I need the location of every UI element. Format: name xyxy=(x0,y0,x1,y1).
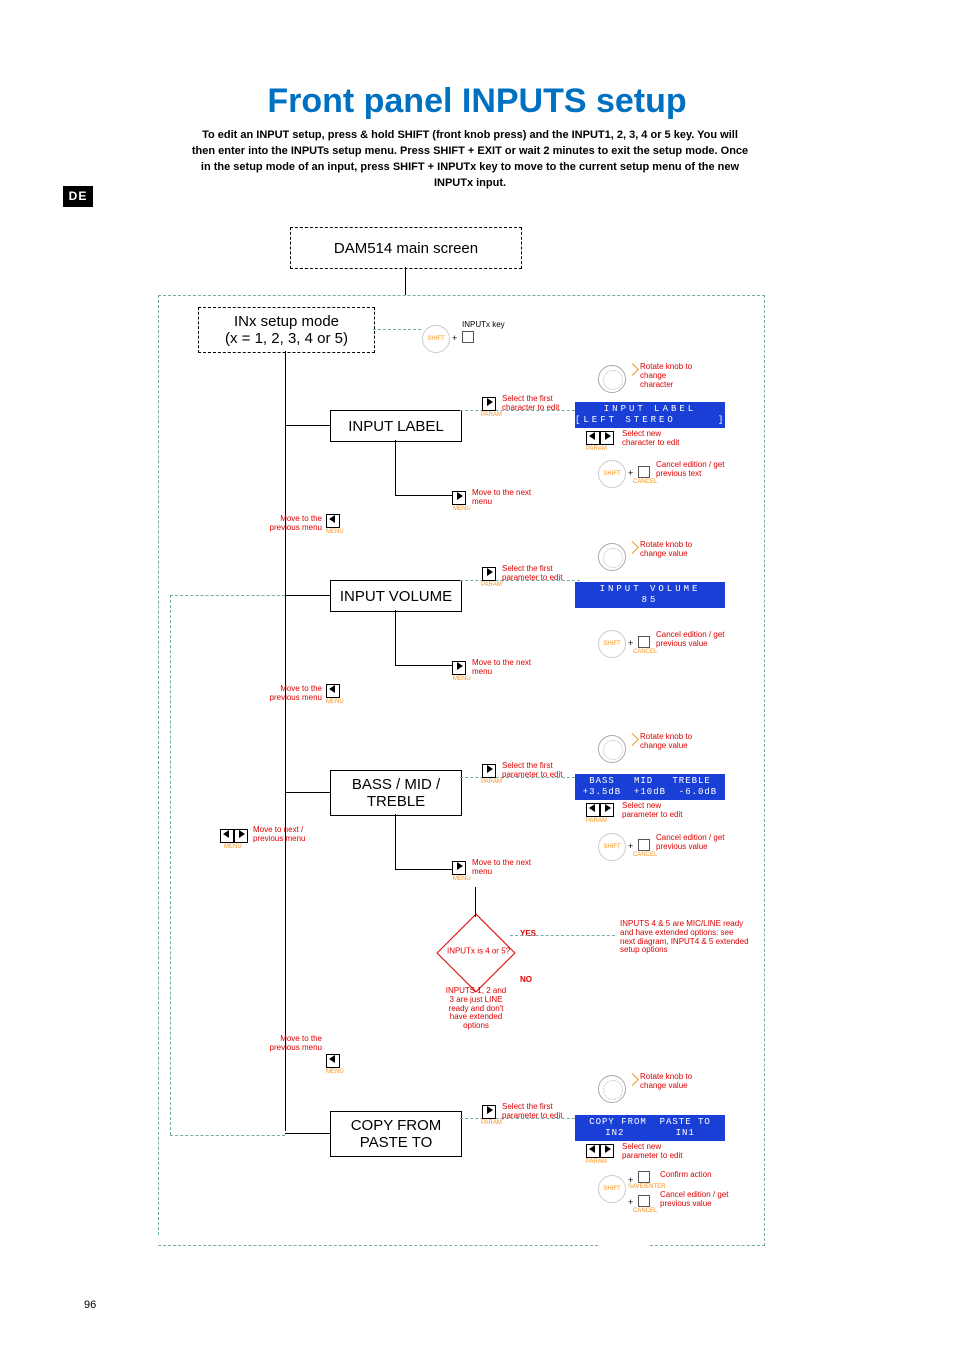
box-main-screen-label: DAM514 main screen xyxy=(291,240,521,257)
lcd-eq-r2: +3.5dB +10dB -6.0dB xyxy=(575,787,725,798)
hint-confirm: Confirm action xyxy=(660,1171,730,1180)
cancel-key-icon-2 xyxy=(638,636,650,648)
hint-select-new-param-eq: Select new parameter to edit xyxy=(622,802,692,820)
hint-next-menu-3: Move to the next menu xyxy=(472,859,532,877)
rotary-knob-icon-4 xyxy=(598,1075,626,1103)
nav-left-icon xyxy=(586,431,600,445)
hint-prev-menu-3: Move to the previous menu xyxy=(262,1035,322,1053)
hint-nextprev-menu: Move to next / previous menu xyxy=(253,826,315,844)
hint-prev-menu-2: Move to the previous menu xyxy=(262,685,322,703)
cancel-key-icon-4 xyxy=(638,1195,650,1207)
decision-no: NO xyxy=(520,975,532,984)
lcd-copy-r2: IN2 IN1 xyxy=(575,1128,725,1139)
inputx-key-icon xyxy=(462,331,474,343)
menu-next-icon-2 xyxy=(452,661,466,675)
box-input-volume-text: INPUT VOLUME xyxy=(331,588,461,605)
param-label-2: PARAM xyxy=(586,446,607,452)
shift-icon-2: SHIFT xyxy=(598,460,626,488)
lcd-volume-r1: INPUT VOLUME xyxy=(575,584,725,595)
menu-prev-icon xyxy=(326,514,340,528)
box-eq: BASS / MID / TREBLE xyxy=(330,770,462,816)
hint-select-new-char: Select new character to edit xyxy=(622,430,692,448)
lcd-copy-r1: COPY FROM PASTE TO xyxy=(575,1117,725,1128)
decision-yes: YES xyxy=(520,929,536,938)
hint-rotate-char: Rotate knob to change character xyxy=(640,363,700,389)
hint-cancel-text: Cancel edition / get previous text xyxy=(656,461,726,479)
nav-param-pair-copy xyxy=(586,1144,616,1158)
hint-next-menu-2: Move to the next menu xyxy=(472,659,532,677)
menu-prev-icon-2 xyxy=(326,684,340,698)
hint-rotate-val-3: Rotate knob to change value xyxy=(640,1073,700,1091)
hint-select-new-param-copy: Select new parameter to edit xyxy=(622,1143,692,1161)
box-eq-text: BASS / MID / TREBLE xyxy=(331,776,461,810)
lcd-input-label-r2: [LEFT STEREO ] xyxy=(575,415,725,426)
box-copy-text: COPY FROM PASTE TO xyxy=(331,1117,461,1151)
inputx-key-label: INPUTx key xyxy=(462,321,505,330)
menu-prev-icon-3 xyxy=(326,1054,340,1068)
lcd-eq: BASS MID TREBLE +3.5dB +10dB -6.0dB xyxy=(575,774,725,800)
shift-icon-4: SHIFT xyxy=(598,833,626,861)
decision-yes-note: INPUTS 4 & 5 are MIC/LINE ready and have… xyxy=(620,920,750,955)
lcd-volume-r2: 85 xyxy=(575,595,725,606)
rotary-knob-icon-3 xyxy=(598,735,626,763)
box-input-volume: INPUT VOLUME xyxy=(330,580,462,612)
param-right-icon xyxy=(482,397,496,411)
cancel-key-icon xyxy=(638,466,650,478)
menu-next-icon xyxy=(452,491,466,505)
hint-cancel-val-2: Cancel edition / get previous value xyxy=(656,834,726,852)
shift-icon-3: SHIFT xyxy=(598,630,626,658)
param-right-icon-3 xyxy=(482,764,496,778)
nav-right-icon xyxy=(600,431,614,445)
cancel-key-label: CANCEL xyxy=(633,479,657,485)
page-number: 96 xyxy=(84,1299,96,1311)
box-setup-mode: INx setup mode (x = 1, 2, 3, 4 or 5) xyxy=(198,307,375,353)
decision-no-note: INPUTS 1, 2 and 3 are just LINE ready an… xyxy=(440,987,512,1031)
param-right-icon-2 xyxy=(482,567,496,581)
hint-select-first-param-3: Select the first parameter to edit xyxy=(502,1103,572,1121)
menu-label: MENU xyxy=(453,506,471,512)
hint-select-first-param-1: Select the first parameter to edit xyxy=(502,565,572,583)
language-tab: DE xyxy=(63,186,93,207)
hint-select-first-param-2: Select the first parameter to edit xyxy=(502,762,572,780)
param-right-icon-4 xyxy=(482,1105,496,1119)
nav-char-pair xyxy=(586,431,616,445)
shift-icon-5: SHIFT xyxy=(598,1175,626,1203)
box-input-label-text: INPUT LABEL xyxy=(331,418,461,435)
box-input-label: INPUT LABEL xyxy=(330,410,462,442)
box-main-screen: DAM514 main screen xyxy=(290,227,522,269)
flowchart: DAM514 main screen INx setup mode (x = 1… xyxy=(150,225,770,1255)
lcd-input-label: INPUT LABEL [LEFT STEREO ] xyxy=(575,402,725,428)
cancel-key-icon-3 xyxy=(638,839,650,851)
nav-menu-pair xyxy=(220,829,250,843)
hint-select-first-char: Select the first character to edit xyxy=(502,395,572,413)
box-setup-mode-l1: INx setup mode xyxy=(199,313,374,330)
hint-prev-menu-1: Move to the previous menu xyxy=(262,515,322,533)
page-title: Front panel INPUTS setup xyxy=(0,82,954,121)
save-key-icon xyxy=(638,1171,650,1183)
hint-next-menu-1: Move to the next menu xyxy=(472,489,532,507)
box-setup-mode-l2: (x = 1, 2, 3, 4 or 5) xyxy=(199,330,374,347)
nav-param-pair-eq xyxy=(586,803,616,817)
menu-next-icon-3 xyxy=(452,861,466,875)
menu-label-2: MENU xyxy=(326,529,344,535)
hint-cancel-val-1: Cancel edition / get previous value xyxy=(656,631,726,649)
intro-paragraph: To edit an INPUT setup, press & hold SHI… xyxy=(190,128,750,192)
lcd-eq-r1: BASS MID TREBLE xyxy=(575,776,725,787)
decision-text: INPUTx is 4 or 5? xyxy=(439,947,519,956)
rotary-knob-icon-2 xyxy=(598,543,626,571)
lcd-input-volume: INPUT VOLUME 85 xyxy=(575,582,725,608)
hint-rotate-val-2: Rotate knob to change value xyxy=(640,733,700,751)
hint-rotate-val-1: Rotate knob to change value xyxy=(640,541,700,559)
box-copy-paste: COPY FROM PASTE TO xyxy=(330,1111,462,1157)
param-label: PARAM xyxy=(481,412,502,418)
shift-icon: SHIFT xyxy=(422,325,450,353)
lcd-copy: COPY FROM PASTE TO IN2 IN1 xyxy=(575,1115,725,1141)
lcd-input-label-r1: INPUT LABEL xyxy=(575,404,725,415)
rotary-knob-icon xyxy=(598,365,626,393)
hint-cancel-val-3: Cancel edition / get previous value xyxy=(660,1191,730,1209)
